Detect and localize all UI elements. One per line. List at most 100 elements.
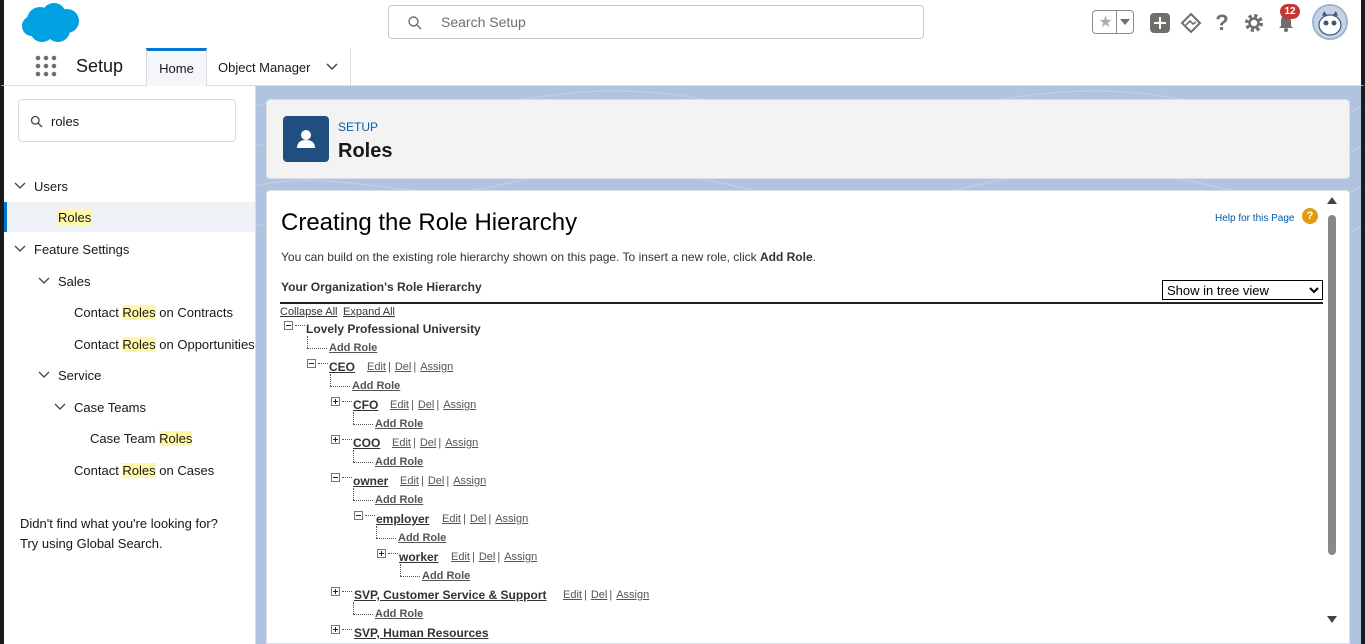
add-role-link[interactable]: Add Role xyxy=(375,608,423,620)
help-icon[interactable]: ? xyxy=(1209,10,1235,36)
expand-all-link[interactable]: Expand All xyxy=(343,306,395,318)
edit-link[interactable]: Edit xyxy=(367,361,386,373)
assign-link[interactable]: Assign xyxy=(445,437,478,449)
tree-connector xyxy=(342,439,352,440)
role-ceo[interactable]: CEO xyxy=(329,360,355,374)
add-role-link[interactable]: Add Role xyxy=(375,494,423,506)
chevron-down-icon[interactable] xyxy=(38,275,50,287)
edit-link[interactable]: Edit xyxy=(442,513,461,525)
tree-connector xyxy=(342,591,352,592)
edit-link[interactable]: Edit xyxy=(400,475,419,487)
sidebar-item-feature-settings[interactable]: Feature Settings xyxy=(4,234,255,264)
trailhead-guidance-icon[interactable] xyxy=(1178,10,1204,36)
sidebar-item-users[interactable]: Users xyxy=(4,171,255,201)
sidebar-item-label: Feature Settings xyxy=(34,241,130,257)
edit-link[interactable]: Edit xyxy=(392,437,411,449)
sidebar-item-case-teams[interactable]: Case Teams xyxy=(4,392,255,422)
add-role-link[interactable]: Add Role xyxy=(329,342,377,354)
role-svp-human-resources[interactable]: SVP, Human Resources xyxy=(354,626,489,640)
collapse-all-link[interactable]: Collapse All xyxy=(280,306,337,318)
global-search-input[interactable] xyxy=(441,12,901,32)
sidebar-item-contact-roles-cases[interactable]: Contact Roles on Cases xyxy=(4,455,255,485)
assign-link[interactable]: Assign xyxy=(420,361,453,373)
quick-find-box[interactable] xyxy=(18,99,236,142)
expand-node-icon[interactable] xyxy=(377,549,386,558)
assign-link[interactable]: Assign xyxy=(453,475,486,487)
role-cfo[interactable]: CFO xyxy=(353,398,378,412)
favorites-button[interactable]: ★ xyxy=(1092,10,1134,34)
chevron-down-icon[interactable] xyxy=(38,369,50,381)
edit-link[interactable]: Edit xyxy=(390,399,409,411)
help-for-page-link[interactable]: Help for this Page xyxy=(1215,213,1295,224)
scroll-down-arrow-icon[interactable] xyxy=(1327,616,1337,623)
label-part: Contact xyxy=(74,336,123,352)
global-search-box[interactable] xyxy=(388,5,924,39)
assign-link[interactable]: Assign xyxy=(495,513,528,525)
setup-gear-icon[interactable] xyxy=(1241,10,1267,36)
content-scrollbar[interactable] xyxy=(1325,195,1339,625)
expand-node-icon[interactable] xyxy=(331,587,340,596)
user-avatar[interactable] xyxy=(1312,4,1348,40)
tree-connector xyxy=(353,412,354,424)
del-link[interactable]: Del xyxy=(420,437,437,449)
add-role-link[interactable]: Add Role xyxy=(375,418,423,430)
search-highlight: Roles xyxy=(122,462,156,478)
view-mode-select[interactable]: Show in tree view xyxy=(1162,280,1323,300)
role-owner[interactable]: owner xyxy=(353,474,388,488)
role-employer[interactable]: employer xyxy=(376,512,429,526)
sidebar-item-contact-roles-opportunities[interactable]: Contact Roles on Opportunities xyxy=(4,329,255,359)
add-role-link[interactable]: Add Role xyxy=(375,456,423,468)
add-role-link[interactable]: Add Role xyxy=(398,532,446,544)
role-svp-customer-service[interactable]: SVP, Customer Service & Support xyxy=(354,588,547,602)
assign-link[interactable]: Assign xyxy=(616,589,649,601)
global-actions-add-icon[interactable] xyxy=(1147,10,1173,36)
role-worker[interactable]: worker xyxy=(399,550,438,564)
salesforce-logo-icon[interactable] xyxy=(20,2,82,44)
expand-node-icon[interactable] xyxy=(331,397,340,406)
chevron-down-icon[interactable] xyxy=(326,61,338,71)
edit-link[interactable]: Edit xyxy=(563,589,582,601)
del-link[interactable]: Del xyxy=(418,399,435,411)
sidebar-item-roles[interactable]: Roles xyxy=(4,202,255,232)
del-link[interactable]: Del xyxy=(479,551,496,563)
del-link[interactable]: Del xyxy=(395,361,412,373)
add-role-link[interactable]: Add Role xyxy=(422,570,470,582)
add-role-link[interactable]: Add Role xyxy=(352,380,400,392)
sidebar-item-sales[interactable]: Sales xyxy=(4,266,255,296)
tab-object-manager[interactable]: Object Manager xyxy=(208,48,351,86)
del-link[interactable]: Del xyxy=(470,513,487,525)
help-question-icon[interactable]: ? xyxy=(1302,208,1318,224)
chevron-down-icon[interactable] xyxy=(54,401,66,413)
chevron-down-icon[interactable] xyxy=(14,243,26,255)
tree-connector xyxy=(353,462,373,463)
sidebar-item-contact-roles-contracts[interactable]: Contact Roles on Contracts xyxy=(4,297,255,327)
scroll-thumb[interactable] xyxy=(1328,215,1336,555)
expand-node-icon[interactable] xyxy=(331,435,340,444)
expand-node-icon[interactable] xyxy=(331,625,340,634)
sidebar-item-case-team-roles[interactable]: Case Team Roles xyxy=(4,423,255,453)
role-hierarchy-panel: Creating the Role Hierarchy Help for thi… xyxy=(266,190,1350,644)
chevron-down-icon[interactable] xyxy=(1120,19,1130,25)
del-link[interactable]: Del xyxy=(428,475,445,487)
page-eyebrow: SETUP xyxy=(338,120,379,134)
del-link[interactable]: Del xyxy=(591,589,608,601)
sidebar-item-service[interactable]: Service xyxy=(4,360,255,390)
edit-link[interactable]: Edit xyxy=(451,551,470,563)
assign-link[interactable]: Assign xyxy=(504,551,537,563)
collapse-node-icon[interactable] xyxy=(354,511,363,520)
collapse-node-icon[interactable] xyxy=(284,321,293,330)
scroll-up-arrow-icon[interactable] xyxy=(1327,197,1337,204)
global-search-link[interactable]: Try using Global Search. xyxy=(20,534,218,554)
tree-connector xyxy=(330,374,331,386)
collapse-node-icon[interactable] xyxy=(331,473,340,482)
chevron-down-icon[interactable] xyxy=(14,180,26,192)
assign-link[interactable]: Assign xyxy=(443,399,476,411)
quick-find-input[interactable] xyxy=(51,111,221,131)
page-header: SETUP Roles xyxy=(266,99,1350,179)
search-highlight: Roles xyxy=(122,336,156,352)
collapse-node-icon[interactable] xyxy=(307,359,316,368)
role-actions: Edit | Del | Assign xyxy=(400,475,487,487)
app-launcher-icon[interactable] xyxy=(34,54,58,78)
tab-home[interactable]: Home xyxy=(146,48,207,86)
role-coo[interactable]: COO xyxy=(353,436,380,450)
